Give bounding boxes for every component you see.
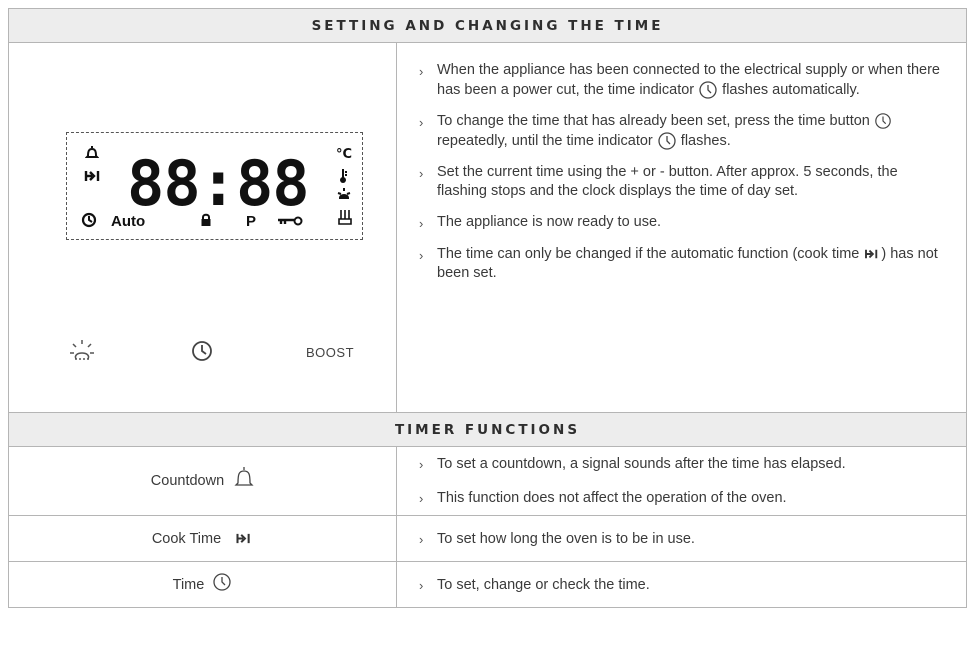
clock-button-icon xyxy=(192,341,212,361)
cook-time-description: › To set how long the oven is to be in us… xyxy=(395,515,967,562)
bell-icon xyxy=(85,146,99,158)
timer-clock-icon xyxy=(81,212,97,228)
time-bullet-5: › The time can only be changed if the au… xyxy=(419,246,938,281)
manual-page: SETTING AND CHANGING THE TIME 88:88 °C A… xyxy=(0,0,967,647)
lamp-icon xyxy=(337,188,351,199)
lcd-display: 88:88 °C Auto P xyxy=(66,132,363,240)
display-illustration: 88:88 °C Auto P BOOST xyxy=(8,42,397,413)
time-bullet-2: › To change the time that has already be… xyxy=(419,112,940,151)
time-instructions: › When the appliance has been connected … xyxy=(395,42,967,413)
time-label-cell: Time xyxy=(8,561,397,608)
celsius-indicator: °C xyxy=(335,147,352,162)
key-icon xyxy=(278,216,303,226)
time-bullet-3: › Set the current time using the + or - … xyxy=(419,164,898,199)
cook-time-icon xyxy=(865,249,878,259)
bell-icon xyxy=(234,467,254,486)
thermometer-icon xyxy=(340,169,347,183)
countdown-label-cell: Countdown xyxy=(8,446,397,516)
lock-icon xyxy=(201,213,211,226)
time-bullet-1: › When the appliance has been connected … xyxy=(419,61,940,100)
heat-icon xyxy=(338,210,352,225)
auto-indicator: Auto xyxy=(111,213,146,230)
time-bullet-4: › The appliance is now ready to use. xyxy=(419,214,662,231)
time-indicator-icon xyxy=(658,132,676,150)
time-button-icon xyxy=(875,113,891,129)
instructions-table: SETTING AND CHANGING THE TIME 88:88 °C A… xyxy=(7,8,967,608)
cook-time-label-cell: Cook Time xyxy=(8,515,397,562)
time-label: Time xyxy=(172,576,205,593)
cook-time-icon xyxy=(84,171,100,181)
section-title-time: SETTING AND CHANGING THE TIME xyxy=(7,8,967,43)
bullet-marker: › xyxy=(419,64,424,79)
boost-button-label: BOOST xyxy=(306,345,355,360)
button-row: BOOST xyxy=(9,333,397,373)
section-title-timer: TIMER FUNCTIONS xyxy=(7,412,967,447)
cook-time-icon xyxy=(236,534,250,544)
time-indicator-icon xyxy=(699,81,717,99)
p-indicator: P xyxy=(246,213,257,230)
time-description: › To set, change or check the time. xyxy=(395,561,967,608)
clock-icon xyxy=(213,573,232,591)
countdown-label: Countdown xyxy=(150,472,225,489)
light-button-icon xyxy=(70,340,94,360)
countdown-description: › To set a countdown, a signal sounds aft… xyxy=(395,446,967,516)
cook-time-label: Cook Time xyxy=(151,530,222,547)
time-digits: 88:88 xyxy=(127,147,310,220)
